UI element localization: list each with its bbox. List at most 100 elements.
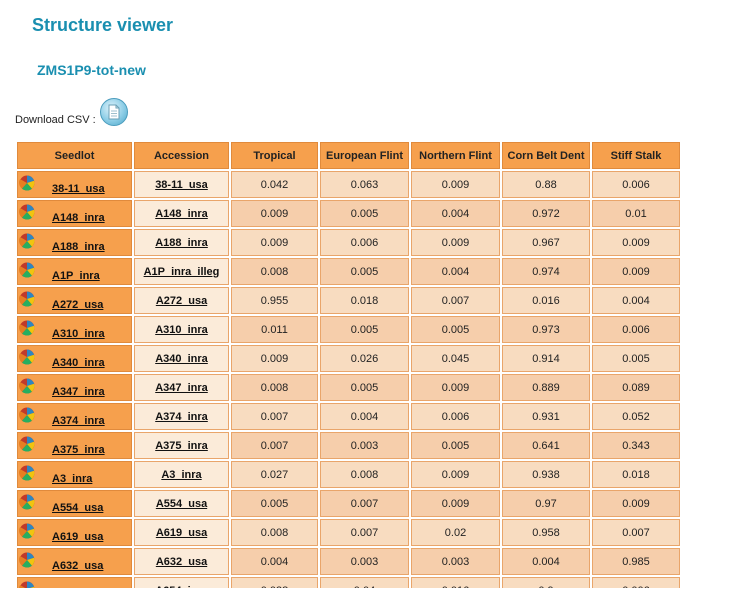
- seedlot-link[interactable]: A272_usa: [52, 299, 103, 311]
- value-cell: 0.005: [320, 374, 409, 401]
- accession-link[interactable]: A347_inra: [155, 382, 208, 394]
- seedlot-link[interactable]: A375_inra: [52, 444, 105, 456]
- value-cell: 0.005: [411, 432, 500, 459]
- accession-link[interactable]: A340_inra: [155, 353, 208, 365]
- value-cell: 0.009: [411, 490, 500, 517]
- accession-link[interactable]: 38-11_usa: [155, 179, 208, 191]
- pie-chart-icon[interactable]: [19, 407, 35, 423]
- seedlot-link[interactable]: A340_inra: [52, 357, 105, 369]
- pie-chart-icon[interactable]: [19, 291, 35, 307]
- value-cell: 0.003: [320, 548, 409, 575]
- seedlot-link[interactable]: A374_inra: [52, 415, 105, 427]
- seedlot-link[interactable]: A310_inra: [52, 328, 105, 340]
- value-cell: 0.958: [502, 519, 590, 546]
- value-cell: 0.01: [592, 200, 680, 227]
- pie-chart-icon[interactable]: [19, 581, 35, 588]
- table-row: A340_inra A340_inra 0.009 0.026 0.045 0.914 0.…: [17, 345, 680, 372]
- pie-chart-icon[interactable]: [19, 349, 35, 365]
- seedlot-link[interactable]: A632_usa: [52, 560, 103, 572]
- pie-chart-icon[interactable]: [19, 523, 35, 539]
- accession-cell: A619_usa: [134, 519, 229, 546]
- pie-chart-icon[interactable]: [19, 378, 35, 394]
- accession-link[interactable]: A272_usa: [156, 295, 207, 307]
- accession-link[interactable]: A619_usa: [156, 527, 207, 539]
- seedlot-link[interactable]: A619_usa: [52, 531, 103, 543]
- value-cell: 0.005: [411, 316, 500, 343]
- accession-link[interactable]: A3_inra: [161, 469, 201, 481]
- accession-link[interactable]: A188_inra: [155, 237, 208, 249]
- accession-cell: A654_inra: [134, 577, 229, 588]
- seedlot-cell: A375_inra: [17, 432, 132, 459]
- accession-link[interactable]: A375_inra: [155, 440, 208, 452]
- table-row: A632_usa A632_usa 0.004 0.003 0.003 0.004 0.98…: [17, 548, 680, 575]
- seedlot-cell: A632_usa: [17, 548, 132, 575]
- accession-link[interactable]: A554_usa: [156, 498, 207, 510]
- table-row: A188_inra A188_inra 0.009 0.006 0.009 0.967 0.…: [17, 229, 680, 256]
- value-cell: 0.009: [231, 200, 318, 227]
- accession-cell: A340_inra: [134, 345, 229, 372]
- seedlot-cell: A619_usa: [17, 519, 132, 546]
- seedlot-link[interactable]: A148_inra: [52, 212, 105, 224]
- pie-chart-icon[interactable]: [19, 233, 35, 249]
- pie-chart-icon[interactable]: [19, 175, 35, 191]
- accession-link[interactable]: A654_inra: [155, 585, 208, 589]
- accession-cell: A272_usa: [134, 287, 229, 314]
- seedlot-link[interactable]: A1P_inra: [52, 270, 100, 282]
- seedlot-cell: A340_inra: [17, 345, 132, 372]
- accession-link[interactable]: A374_inra: [155, 411, 208, 423]
- accession-link[interactable]: A310_inra: [155, 324, 208, 336]
- value-cell: 0.008: [231, 258, 318, 285]
- value-cell: 0.04: [320, 577, 409, 588]
- table-header-row: Seedlot Accession Tropical European Flint No…: [17, 142, 680, 169]
- value-cell: 0.006: [592, 316, 680, 343]
- accession-cell: A347_inra: [134, 374, 229, 401]
- pie-chart-icon[interactable]: [19, 552, 35, 568]
- seedlot-link[interactable]: A554_usa: [52, 502, 103, 514]
- value-cell: 0.052: [592, 403, 680, 430]
- value-cell: 0.009: [231, 345, 318, 372]
- seedlot-cell: A3_inra: [17, 461, 132, 488]
- value-cell: 0.004: [231, 548, 318, 575]
- table-row: A148_inra A148_inra 0.009 0.005 0.004 0.972 0.…: [17, 200, 680, 227]
- value-cell: 0.005: [592, 345, 680, 372]
- value-cell: 0.005: [320, 200, 409, 227]
- value-cell: 0.009: [592, 490, 680, 517]
- value-cell: 0.007: [231, 403, 318, 430]
- table-row: A310_inra A310_inra 0.011 0.005 0.005 0.973 0.…: [17, 316, 680, 343]
- value-cell: 0.88: [502, 171, 590, 198]
- accession-link[interactable]: A632_usa: [156, 556, 207, 568]
- accession-cell: A374_inra: [134, 403, 229, 430]
- value-cell: 0.007: [320, 490, 409, 517]
- accession-cell: A188_inra: [134, 229, 229, 256]
- seedlot-cell: A272_usa: [17, 287, 132, 314]
- pie-chart-icon[interactable]: [19, 320, 35, 336]
- value-cell: 0.008: [231, 374, 318, 401]
- accession-link[interactable]: A148_inra: [155, 208, 208, 220]
- value-cell: 0.027: [231, 461, 318, 488]
- seedlot-link[interactable]: A188_inra: [52, 241, 105, 253]
- structure-table-container[interactable]: Seedlot Accession Tropical European Flint No…: [15, 140, 690, 588]
- accession-link[interactable]: A1P_inra_illeg: [144, 266, 220, 278]
- page-title: Structure viewer: [32, 15, 174, 35]
- seedlot-link[interactable]: A3_inra: [52, 473, 92, 485]
- value-cell: 0.018: [320, 287, 409, 314]
- pie-chart-icon[interactable]: [19, 204, 35, 220]
- value-cell: 0.007: [320, 519, 409, 546]
- pie-chart-icon[interactable]: [19, 465, 35, 481]
- pie-chart-icon[interactable]: [19, 436, 35, 452]
- table-row: A347_inra A347_inra 0.008 0.005 0.009 0.889 0.…: [17, 374, 680, 401]
- table-row: A619_usa A619_usa 0.008 0.007 0.02 0.958 0.007: [17, 519, 680, 546]
- value-cell: 0.008: [231, 519, 318, 546]
- value-cell: 0.011: [231, 316, 318, 343]
- value-cell: 0.006: [411, 403, 500, 430]
- seedlot-link[interactable]: A347_inra: [52, 386, 105, 398]
- seedlot-cell: A347_inra: [17, 374, 132, 401]
- value-cell: 0.009: [231, 229, 318, 256]
- accession-cell: A310_inra: [134, 316, 229, 343]
- pie-chart-icon[interactable]: [19, 262, 35, 278]
- seedlot-link[interactable]: 38-11_usa: [52, 183, 105, 195]
- pie-chart-icon[interactable]: [19, 494, 35, 510]
- table-row: A3_inra A3_inra 0.027 0.008 0.009 0.938 0.018: [17, 461, 680, 488]
- value-cell: 0.003: [320, 432, 409, 459]
- csv-file-icon[interactable]: [99, 98, 128, 126]
